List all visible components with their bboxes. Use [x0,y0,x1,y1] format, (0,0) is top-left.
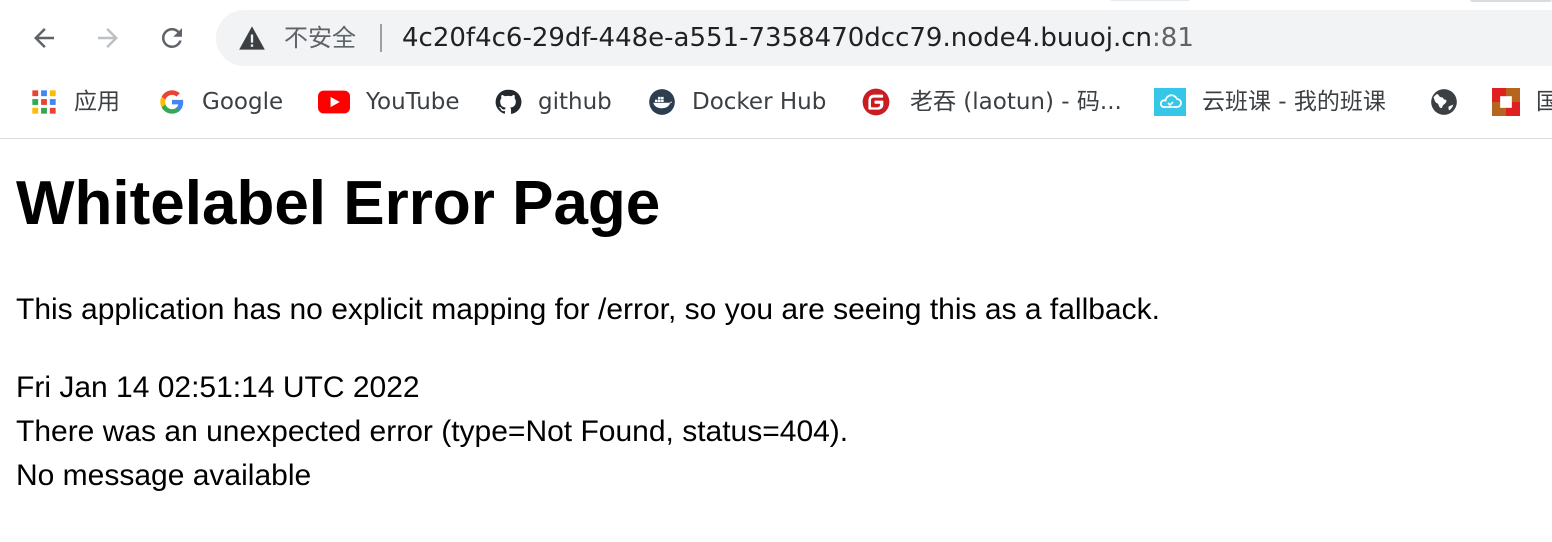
bookmark-docker-hub[interactable]: Docker Hub [648,78,826,126]
address-bar[interactable]: 不安全 4c20f4c6-29df-448e-a551-7358470dcc79… [216,10,1552,66]
back-arrow-icon [34,28,54,48]
cloud-class-icon [1154,88,1186,116]
browser-toolbar: 不安全 4c20f4c6-29df-448e-a551-7358470dcc79… [0,0,1552,78]
github-icon [494,88,522,116]
tab-strip-edge [1470,0,1552,2]
bookmark-label: Docker Hub [692,89,827,115]
bookmark-label: 云班课 - 我的班课 [1202,89,1386,115]
security-label[interactable]: 不安全 [284,23,356,53]
page-title: Whitelabel Error Page [16,169,661,238]
reload-icon [161,27,182,48]
bookmark-cloud-class[interactable]: 云班课 - 我的班课 [1154,78,1386,126]
omnibox-separator [380,24,382,52]
bookmark-label: YouTube [366,89,460,115]
tab-strip-edge [1110,0,1190,1]
back-button[interactable] [24,18,64,58]
bookmark-github[interactable]: github [494,78,612,126]
bookmark-gitee-laotun[interactable]: 老吞 (laotun) - 码... [862,78,1122,126]
error-timestamp: Fri Jan 14 02:51:14 UTC 2022 [16,371,420,404]
forward-button[interactable] [88,18,128,58]
globe-icon [1430,88,1458,116]
error-description: This application has no explicit mapping… [16,293,1160,326]
error-details: Fri Jan 14 02:51:14 UTC 2022 There was a… [16,366,848,498]
google-icon [158,88,186,116]
url-text[interactable]: 4c20f4c6-29df-448e-a551-7358470dcc79.nod… [402,22,1194,54]
reload-button[interactable] [152,18,192,58]
site-favicon-icon [1492,88,1520,116]
bookmark-google[interactable]: Google [158,78,283,126]
url-host: 4c20f4c6-29df-448e-a551-7358470dcc79.nod… [402,23,1153,53]
error-message: No message available [16,459,312,492]
bookmark-label: 应用 [74,89,120,115]
apps-grid-icon [30,88,58,116]
bookmark-label: 国 [1536,89,1552,115]
bookmark-site[interactable]: 国 [1492,78,1552,126]
warning-icon[interactable] [238,25,266,51]
error-type-status: There was an unexpected error (type=Not … [16,415,849,448]
forward-arrow-icon [98,28,118,48]
bookmark-apps[interactable]: 应用 [30,78,120,126]
bookmark-label: Google [202,89,284,115]
bookmark-youtube[interactable]: YouTube [318,78,460,126]
bookmarks-bar: 应用 Google YouTube github Docker Hub 老吞 (… [0,78,1552,139]
bookmark-label: 老吞 (laotun) - 码... [910,89,1122,115]
youtube-icon [318,88,350,116]
gitee-icon [862,88,890,116]
bookmark-label: github [538,89,612,115]
docker-icon [648,88,676,116]
bookmark-globe[interactable] [1430,78,1474,126]
url-port: :81 [1152,23,1194,53]
